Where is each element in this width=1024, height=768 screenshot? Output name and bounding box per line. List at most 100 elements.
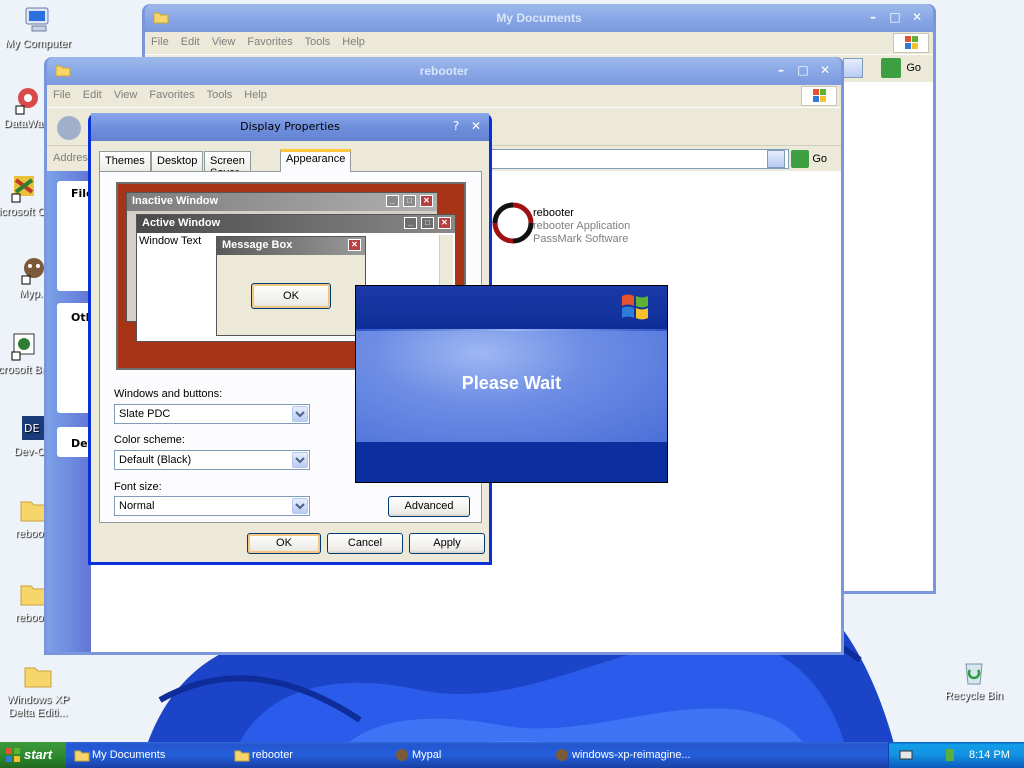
rebooter-app-icon[interactable] [491,201,535,245]
tab-appearance[interactable]: Appearance [280,149,352,172]
close-button[interactable]: ✕ [468,118,484,134]
svg-text:DE: DE [24,422,39,435]
menu-edit[interactable]: Edit [77,85,108,105]
safely-remove-icon[interactable] [943,747,957,763]
close-button[interactable]: ✕ [909,9,925,25]
tab-desktop[interactable]: Desktop [151,151,204,171]
menu-favorites[interactable]: Favorites [241,32,298,52]
maximize-button[interactable]: □ [887,9,903,25]
folder-icon [234,750,250,762]
address-dropdown-button[interactable] [843,58,863,78]
preview-inactive-title: Inactive Window _ □ ✕ [127,193,437,211]
color-scheme-select[interactable]: Default (Black) [114,450,310,470]
go-label[interactable]: Go [906,62,921,74]
system-tray: 8:14 PM [888,742,1024,768]
minimize-button[interactable]: – [865,9,881,25]
menu-help[interactable]: Help [238,85,273,105]
title-bar[interactable]: Display Properties ? ✕ [91,113,489,141]
taskbar-item-browser[interactable]: windows-xp-reimagine... [552,745,712,767]
windows-buttons-select[interactable]: Slate PDC [114,404,310,424]
maximize-button[interactable]: □ [795,62,811,78]
desktop-icon-windows-xp-delta[interactable]: Windows XP Delta Editi... [0,660,76,720]
file-company: PassMark Software [533,233,629,245]
taskbar-item-mypal[interactable]: Mypal [392,745,544,767]
menu-edit[interactable]: Edit [175,32,206,52]
menu-view[interactable]: View [108,85,144,105]
please-wait-message: Please Wait [461,373,562,393]
preview-ok-button: OK [251,283,331,309]
font-size-select[interactable]: Normal [114,496,310,516]
taskbar-item-label: rebooter [252,749,293,761]
go-arrow-icon[interactable] [791,150,809,168]
tab-screen-saver[interactable]: Screen Saver [204,151,251,179]
taskbar: start My Documents rebooter Mypal window… [0,742,1024,768]
apply-button[interactable]: Apply [409,533,485,554]
address-dropdown-button[interactable] [767,150,785,168]
start-label: start [24,747,53,762]
desktop-icon-recycle-bin[interactable]: Recycle Bin [936,656,1012,703]
msvc-shortcut-icon [11,176,34,203]
go-arrow-icon[interactable] [881,58,901,78]
windows-logo-icon [893,33,929,53]
close-button[interactable]: ✕ [817,62,833,78]
desktop-icon-my-computer[interactable]: My Computer [0,4,76,51]
font-size-label: Font size: [114,481,162,493]
preview-message-box-title-text: Message Box [222,239,293,251]
menu-favorites[interactable]: Favorites [143,85,200,105]
menu-help[interactable]: Help [336,32,371,52]
desktop-icon-label: Windows XP Delta Editi... [6,694,70,719]
menu-tools[interactable]: Tools [201,85,239,105]
address-label: Addres [53,152,88,164]
menu-file[interactable]: File [47,85,77,105]
preview-close-icon: ✕ [348,239,361,251]
menu-bar: File Edit View Favorites Tools Help [145,32,933,54]
taskbar-item-rebooter[interactable]: rebooter [232,745,384,767]
computer-icon [25,7,49,32]
file-item[interactable]: rebooter rebooter Application PassMark S… [533,207,630,246]
advanced-button[interactable]: Advanced [388,496,470,517]
windows-buttons-value: Slate PDC [119,408,171,420]
clock[interactable]: 8:14 PM [969,749,1010,761]
chevron-down-icon[interactable] [292,452,308,468]
taskbar-item-my-documents[interactable]: My Documents [72,745,224,767]
preview-minimize-icon: _ [404,217,417,229]
minimize-button[interactable]: – [773,62,789,78]
menu-file[interactable]: File [145,32,175,52]
title-bar[interactable]: My Documents – □ ✕ [145,4,933,32]
windows-flag-icon [6,748,20,762]
preview-minimize-icon: _ [386,195,399,207]
file-name: rebooter [533,207,574,219]
preview-inactive-title-text: Inactive Window [132,195,219,207]
mypal-icon [396,749,408,761]
please-wait-footer [356,442,667,482]
chevron-down-icon[interactable] [292,406,308,422]
keyboard-icon[interactable] [899,748,913,762]
start-button[interactable]: start [0,742,66,768]
window-title: rebooter [419,64,469,78]
preview-window-text: Window Text [139,235,202,247]
mypal-icon [556,749,568,761]
go-label[interactable]: Go [812,153,827,165]
chevron-down-icon[interactable] [292,498,308,514]
tab-themes[interactable]: Themes [99,151,151,171]
please-wait-dialog: Please Wait [355,285,668,483]
preview-message-box: Message Box ✕ OK [216,236,366,336]
windows-buttons-label: Windows and buttons: [114,388,223,400]
taskbar-item-label: windows-xp-reimagine... [572,749,691,761]
desktop-icon-label: My Computer [4,38,72,50]
menu-view[interactable]: View [206,32,242,52]
cancel-button[interactable]: Cancel [327,533,403,554]
help-button[interactable]: ? [448,118,464,134]
back-button[interactable] [57,116,81,140]
font-size-value: Normal [119,500,155,512]
ok-button[interactable]: OK [247,533,321,554]
preview-active-title-text: Active Window [142,217,221,229]
task-pane: File Oth Det [47,171,97,652]
preview-close-icon: ✕ [438,217,451,229]
msbasic-shortcut-icon [11,333,35,361]
title-bar[interactable]: rebooter – □ ✕ [47,57,841,85]
folder-icon [74,750,90,762]
dialog-title: Display Properties [240,120,340,133]
menu-tools[interactable]: Tools [299,32,337,52]
color-scheme-value: Default (Black) [119,454,192,466]
